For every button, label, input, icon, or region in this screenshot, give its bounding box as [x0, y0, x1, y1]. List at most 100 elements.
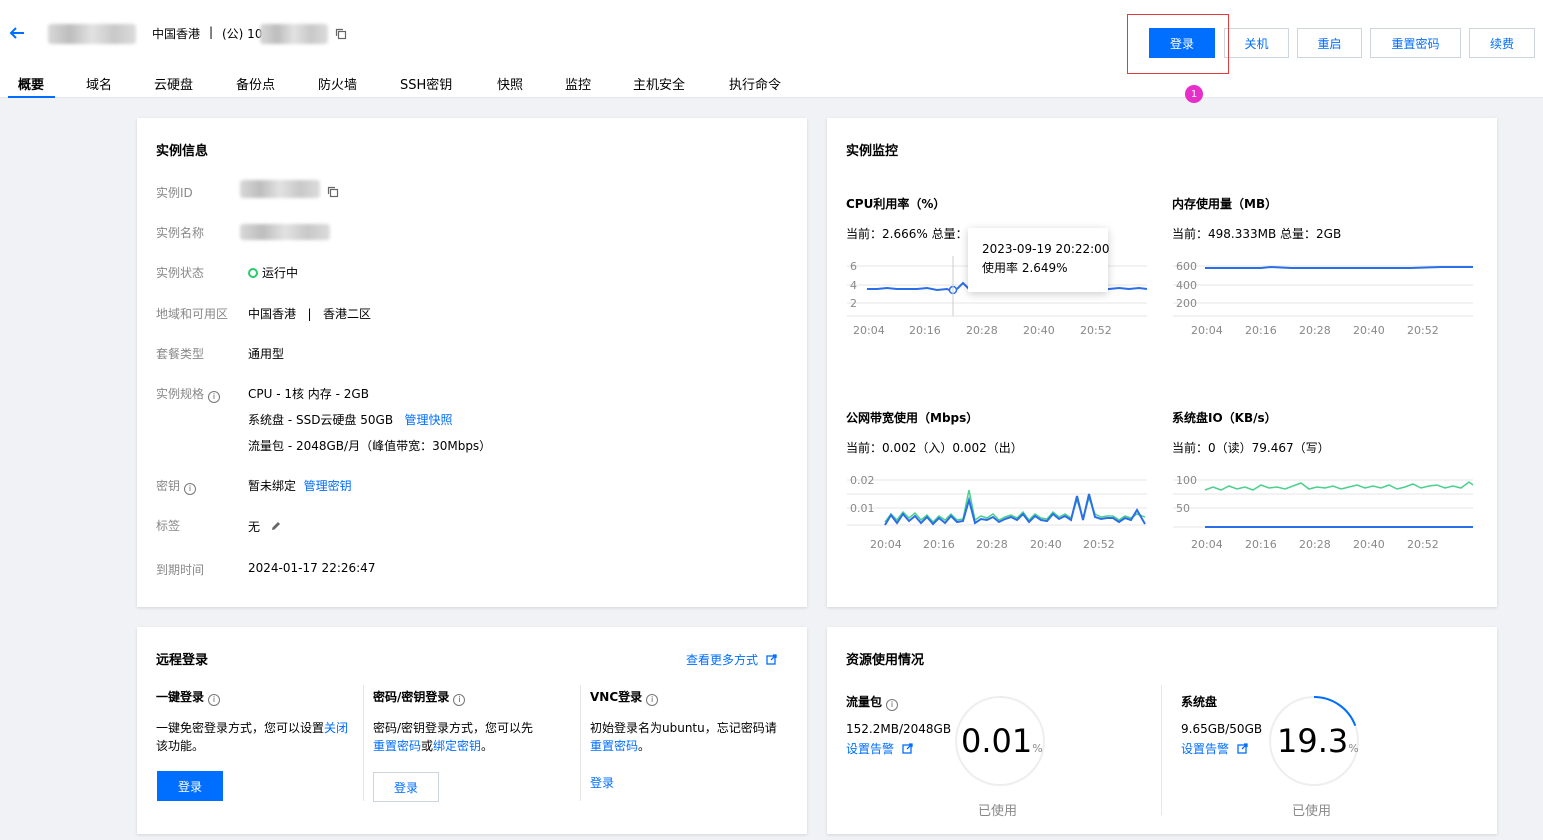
password-info-icon[interactable]: i — [453, 694, 466, 706]
key-info-icon[interactable]: i — [184, 483, 197, 495]
tab-monitor[interactable]: 监控 — [565, 74, 591, 93]
disk-usage: 9.65GB/50GB — [1181, 722, 1263, 736]
label-region: 地域和可用区 — [156, 307, 229, 321]
copy-icon[interactable] — [335, 28, 347, 40]
cpu-x-tick: 20:04 — [853, 324, 885, 337]
cpu-current: 当前：2.666% 总量：1 — [846, 227, 976, 241]
header-ip: (公) 10 — [222, 27, 263, 41]
edit-pencil-icon[interactable] — [270, 520, 282, 532]
region-text: 中国香港 — [248, 307, 297, 321]
disk-io-chart[interactable]: 100 50 20:04 20:16 20:28 20:40 20:52 — [1171, 470, 1476, 554]
instance-name-value-redacted — [240, 224, 330, 240]
label-status: 实例状态 — [156, 266, 205, 280]
instance-info-title: 实例信息 — [156, 144, 209, 159]
manage-key-link[interactable]: 管理密钥 — [304, 479, 352, 493]
cpu-tooltip: 2023-09-19 20:22:00 使用率 2.649% — [968, 228, 1110, 292]
one-click-desc-end: 该功能。 — [156, 739, 205, 753]
bandwidth-x-tick: 20:40 — [1030, 538, 1062, 551]
traffic-used-label: 已使用 — [978, 804, 1018, 819]
one-click-info-icon[interactable]: i — [208, 694, 221, 706]
cpu-y-tick: 2 — [850, 297, 857, 310]
traffic-alert-link[interactable]: 设置告警 — [846, 740, 913, 757]
one-click-login-button[interactable]: 登录 — [157, 771, 223, 801]
more-methods-link[interactable]: 查看更多方式 — [686, 651, 777, 668]
restart-button[interactable]: 重启 — [1297, 28, 1362, 58]
tag-value-text: 无 — [248, 520, 261, 534]
tab-backup[interactable]: 备份点 — [236, 74, 275, 93]
manage-snapshot-link[interactable]: 管理快照 — [405, 413, 453, 427]
cpu-x-tick: 20:28 — [966, 324, 998, 337]
memory-x-tick: 20:04 — [1191, 324, 1223, 337]
memory-x-tick: 20:52 — [1407, 324, 1439, 337]
cpu-x-tick: 20:52 — [1080, 324, 1112, 337]
tab-ssh-key[interactable]: SSH密钥 — [400, 74, 452, 93]
instance-name-redacted — [48, 24, 136, 44]
bandwidth-y-tick: 0.02 — [850, 474, 875, 487]
reset-password-link[interactable]: 重置密码 — [373, 739, 421, 753]
traffic-usage: 152.2MB/2048GB — [846, 722, 952, 736]
tab-firewall[interactable]: 防火墙 — [318, 74, 357, 93]
bandwidth-current: 当前：0.002（入）0.002（出） — [846, 441, 1023, 455]
zone-text: 香港二区 — [322, 307, 371, 321]
divider — [363, 685, 364, 801]
remote-login-title: 远程登录 — [156, 653, 209, 668]
tab-domain[interactable]: 域名 — [86, 74, 112, 93]
traffic-info-icon[interactable]: i — [886, 699, 899, 711]
memory-y-tick: 400 — [1176, 279, 1197, 292]
password-login-button[interactable]: 登录 — [373, 772, 439, 802]
vnc-reset-password-link[interactable]: 重置密码 — [590, 739, 638, 753]
disk-title: 系统盘 — [1181, 695, 1218, 709]
shutdown-button[interactable]: 关机 — [1224, 28, 1289, 58]
info-icon[interactable]: i — [208, 391, 221, 403]
disk-alert-link[interactable]: 设置告警 — [1181, 740, 1248, 757]
running-status-icon — [248, 268, 258, 278]
tab-cloud-disk[interactable]: 云硬盘 — [154, 74, 193, 93]
tab-snapshot[interactable]: 快照 — [497, 74, 523, 93]
disk-io-write-line — [1204, 481, 1474, 491]
top-bar: 中国香港 | (公) 10 概要 域名 云硬盘 备份点 防火墙 SSH密钥 快照… — [0, 0, 1543, 98]
label-tag: 标签 — [156, 519, 181, 533]
spec-traffic: 流量包 - 2048GB/月（峰值带宽：30Mbps） — [248, 439, 492, 453]
bandwidth-y-tick: 0.01 — [850, 502, 875, 515]
tab-overview[interactable]: 概要 — [18, 74, 44, 93]
external-link-icon — [1237, 743, 1248, 754]
copy-id-icon[interactable] — [327, 186, 339, 198]
memory-chart[interactable]: 600 400 200 20:04 20:16 20:28 20:40 20:5… — [1171, 256, 1476, 340]
bandwidth-out-line — [884, 493, 1146, 526]
key-value: 暂未绑定 管理密钥 — [248, 477, 352, 494]
disk-io-current: 当前：0（读）79.467（写） — [1172, 441, 1330, 455]
memory-y-tick: 200 — [1176, 297, 1197, 310]
tab-run-command[interactable]: 执行命令 — [729, 74, 781, 93]
tab-host-security[interactable]: 主机安全 — [633, 74, 685, 93]
disk-io-chart-title: 系统盘IO（KB/s） — [1172, 411, 1277, 425]
memory-y-tick: 600 — [1176, 260, 1197, 273]
remote-login-card: 远程登录 查看更多方式 一键登录 i 一键免密登录方式，您可以设置关闭 该功能。 … — [137, 627, 807, 834]
region-separator: | — [307, 307, 312, 321]
bandwidth-chart[interactable]: 0.02 0.01 20:04 20:16 20:28 20:40 20:52 — [845, 470, 1150, 554]
disk-value-unit: % — [1348, 742, 1359, 755]
vnc-login-link[interactable]: 登录 — [590, 774, 614, 791]
bandwidth-x-tick: 20:52 — [1083, 538, 1115, 551]
back-arrow-icon[interactable] — [8, 24, 26, 42]
bandwidth-x-tick: 20:28 — [976, 538, 1008, 551]
spec-disk-text: 系统盘 - SSD云硬盘 50GB — [248, 413, 394, 427]
instance-info-card: 实例信息 实例ID 实例名称 实例状态 运行中 地域和可用区 中国香港 | 香港… — [137, 118, 807, 607]
spec-label-text: 实例规格 — [156, 387, 205, 401]
bandwidth-x-tick: 20:04 — [870, 538, 902, 551]
one-click-close-link[interactable]: 关闭 — [324, 721, 348, 735]
cpu-x-tick: 20:16 — [909, 324, 941, 337]
password-login-title: 密码/密钥登录 i — [373, 688, 466, 706]
memory-current: 当前：498.333MB 总量：2GB — [1172, 227, 1342, 241]
traffic-title: 流量包 i — [846, 693, 899, 711]
package-value: 通用型 — [248, 347, 285, 361]
resources-card: 资源使用情况 流量包 i 152.2MB/2048GB 设置告警 0.01% 已使… — [827, 627, 1497, 834]
tooltip-time: 2023-09-19 20:22:00 — [982, 242, 1110, 256]
reset-password-button[interactable]: 重置密码 — [1370, 28, 1461, 58]
one-click-title-text: 一键登录 — [156, 690, 205, 704]
cpu-chart-title: CPU利用率（%） — [846, 197, 946, 211]
memory-chart-title: 内存使用量（MB） — [1172, 197, 1278, 211]
bind-key-link[interactable]: 绑定密钥 — [433, 739, 481, 753]
vnc-info-icon[interactable]: i — [646, 694, 659, 706]
one-click-desc-text: 一键免密登录方式，您可以设置 — [156, 721, 325, 735]
renew-button[interactable]: 续费 — [1469, 28, 1535, 58]
